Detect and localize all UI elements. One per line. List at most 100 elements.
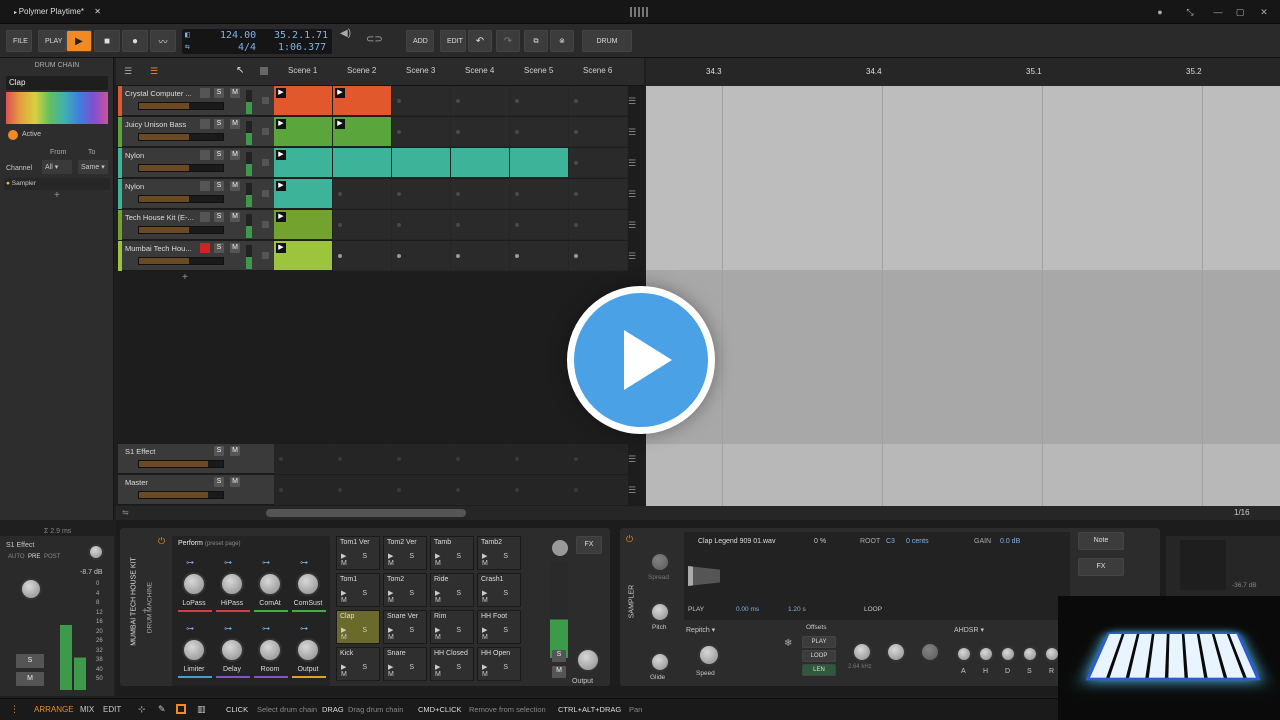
minimize-icon[interactable]: — — [1210, 4, 1226, 20]
cents-value[interactable]: 0 cents — [906, 538, 929, 545]
drum-pad[interactable]: Tom2 Ver ▶ S M — [383, 536, 427, 570]
empty-clip-slot[interactable] — [451, 179, 510, 209]
clip-slot[interactable]: ▶ — [274, 117, 333, 147]
clip-slot[interactable] — [510, 148, 569, 178]
track-options-icon[interactable]: ☰ — [628, 189, 636, 200]
empty-clip-slot[interactable] — [569, 86, 628, 116]
drum-pad[interactable]: Tamb2 ▶ S M — [477, 536, 521, 570]
pad-controls[interactable]: ▶ S M — [388, 663, 426, 678]
empty-clip-slot[interactable] — [392, 241, 451, 271]
clip-slot[interactable]: ▶ — [274, 86, 333, 116]
add-chain-icon[interactable]: + — [54, 190, 60, 201]
drum-pad[interactable]: Tom1 ▶ S M — [336, 573, 380, 607]
fx-clip-slot[interactable] — [392, 444, 451, 474]
scene-6[interactable]: Scene 6 — [583, 66, 612, 80]
envelope-knob[interactable] — [956, 646, 972, 662]
undo-button[interactable]: ↶ — [468, 30, 492, 52]
drum-pad[interactable]: Kick ▶ S M — [336, 647, 380, 681]
pad-controls[interactable]: ▶ S M — [388, 626, 426, 641]
scene-4[interactable]: Scene 4 — [465, 66, 494, 80]
empty-clip-slot[interactable] — [569, 117, 628, 147]
empty-clip-slot[interactable] — [510, 210, 569, 240]
pad-controls[interactable]: ▶ S M — [482, 552, 520, 567]
track-options-icon[interactable]: ☰ — [628, 220, 636, 231]
track-header[interactable]: Nylon S M — [118, 148, 274, 178]
drum-pad[interactable]: Tom2 ▶ S M — [383, 573, 427, 607]
add-button[interactable]: ADD — [406, 30, 434, 52]
knob-mod-icon[interactable]: ⊶ — [262, 624, 270, 633]
mod-play-button[interactable]: PLAY — [802, 636, 836, 648]
play-label-button[interactable]: PLAY — [38, 30, 66, 52]
sample-display[interactable]: Clap Legend 909 01.wav 0 % ROOT C3 0 cen… — [684, 532, 1070, 620]
clip-play-icon[interactable]: ▶ — [276, 150, 286, 160]
empty-clip-slot[interactable] — [510, 241, 569, 271]
knob-room[interactable] — [258, 638, 282, 662]
track-mute-button[interactable]: M — [230, 88, 240, 98]
fx-solo-button[interactable]: S — [214, 446, 224, 456]
horizontal-scrollbar[interactable] — [266, 509, 466, 517]
mod-loop-button[interactable]: LOOP — [802, 650, 836, 662]
sampler-fx-button[interactable]: FX — [1078, 558, 1124, 576]
clip-slot[interactable]: ▶ — [333, 117, 392, 147]
fullscreen-icon[interactable]: ⤡ — [1182, 4, 1198, 20]
metronome-icon[interactable]: ◧ — [185, 30, 190, 39]
pan-knob[interactable] — [20, 578, 42, 600]
track-header[interactable]: Crystal Computer ... S M — [118, 86, 274, 116]
close-window-icon[interactable]: ✕ — [1256, 4, 1272, 20]
fx-track-header[interactable]: S1 Effect S M — [118, 444, 274, 474]
document-tab[interactable]: ▸ Polymer Playtime* ✕ — [6, 4, 109, 20]
track-header[interactable]: Mumbai Tech Hou... S M — [118, 241, 274, 271]
track-record-arm[interactable] — [200, 212, 210, 222]
drum-pad[interactable]: HH Open ▶ S M — [477, 647, 521, 681]
fx-clip-slot[interactable] — [451, 444, 510, 474]
clip-slot[interactable]: ▶ — [274, 210, 333, 240]
track-menu-icon[interactable]: ☰ — [124, 66, 132, 77]
track-stop-button[interactable] — [262, 190, 269, 197]
mix-tab[interactable]: MIX — [80, 705, 94, 714]
freeze-icon[interactable]: ❄ — [784, 638, 792, 649]
clip-slot[interactable]: ▶ — [274, 241, 333, 271]
arrange-tab[interactable]: ARRANGE — [34, 705, 74, 714]
pitch-knob[interactable] — [650, 602, 670, 622]
clip-play-icon[interactable]: ▶ — [335, 88, 345, 98]
gain-value[interactable]: 0.0 dB — [1000, 538, 1020, 545]
track-volume-slider[interactable] — [138, 195, 224, 203]
color-palette[interactable] — [6, 92, 108, 124]
knob-comsust[interactable] — [296, 572, 320, 596]
knob-mod-icon[interactable]: ⊶ — [224, 624, 232, 633]
clip-play-icon[interactable]: ▶ — [276, 212, 286, 222]
empty-clip-slot[interactable] — [333, 241, 392, 271]
preset-page-label[interactable]: Perform (preset page) — [178, 540, 241, 547]
track-mute-button[interactable]: M — [230, 150, 240, 160]
active-checkbox[interactable] — [8, 130, 18, 140]
track-stop-button[interactable] — [262, 252, 269, 259]
fx-clip-slot[interactable] — [392, 475, 451, 505]
empty-clip-slot[interactable] — [333, 210, 392, 240]
empty-clip-slot[interactable] — [510, 179, 569, 209]
fx-clip-slot[interactable] — [569, 475, 628, 505]
clip-slot[interactable] — [451, 148, 510, 178]
track-options-icon[interactable]: ☰ — [628, 96, 636, 107]
track-options-icon[interactable]: ☰ — [628, 158, 636, 169]
track-volume-slider[interactable] — [138, 133, 224, 141]
empty-clip-slot[interactable] — [392, 86, 451, 116]
knob-mod-icon[interactable]: ⊶ — [300, 624, 308, 633]
transport-display[interactable]: 124.00 4/4 35.2.1.71 1:06.377 ◧ ⇆ — [182, 29, 332, 54]
speed-knob[interactable] — [698, 644, 720, 666]
track-record-arm[interactable] — [200, 119, 210, 129]
drum-pad[interactable]: Tom1 Ver ▶ S M — [336, 536, 380, 570]
drum-pad[interactable]: Tamb ▶ S M — [430, 536, 474, 570]
loop-arrows-icon[interactable]: ⇆ — [185, 42, 190, 51]
layout-icon[interactable]: ⇋ — [122, 508, 129, 517]
zoom-label[interactable]: 1/16 — [1234, 508, 1250, 517]
fx-clip-slot[interactable] — [510, 475, 569, 505]
pad-controls[interactable]: ▶ S M — [435, 663, 473, 678]
play-button[interactable]: ▶ — [66, 30, 92, 52]
pad-controls[interactable]: ▶ S M — [388, 589, 426, 604]
scene-1[interactable]: Scene 1 — [288, 66, 317, 80]
pad-controls[interactable]: ▶ S M — [482, 589, 520, 604]
track-solo-button[interactable]: S — [214, 119, 224, 129]
knob-hipass[interactable] — [220, 572, 244, 596]
record-dot-icon[interactable]: ● — [1152, 4, 1168, 20]
output-knob[interactable] — [576, 648, 600, 672]
